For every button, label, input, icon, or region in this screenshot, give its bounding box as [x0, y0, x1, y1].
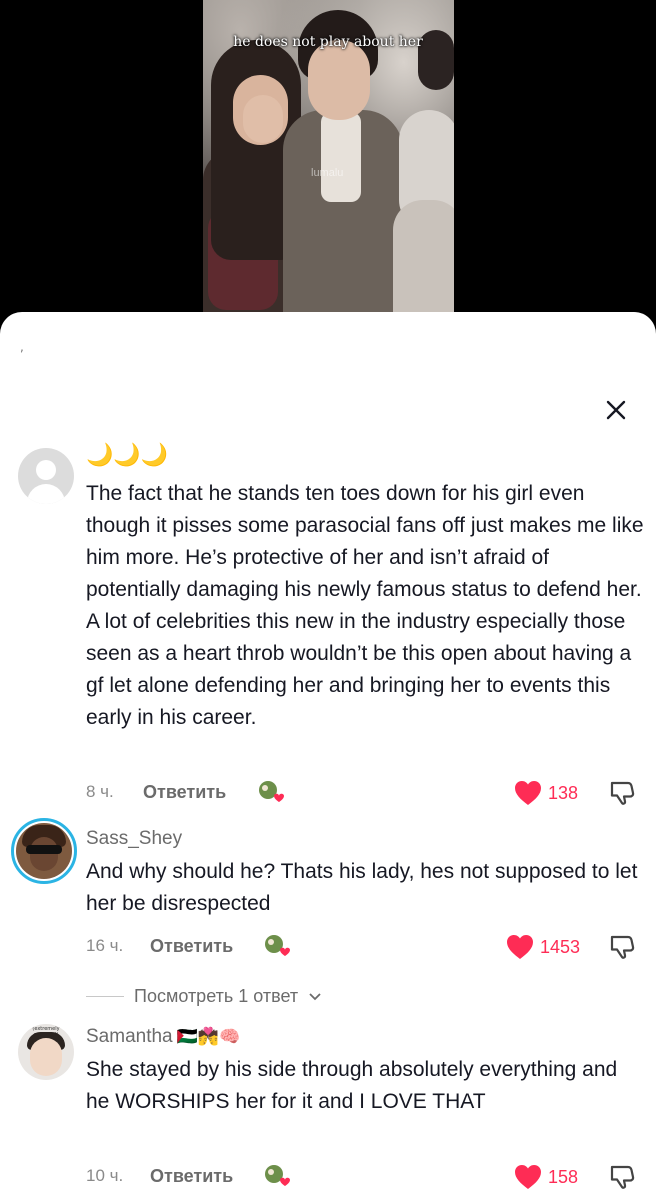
like-button[interactable]: 138 [514, 780, 578, 806]
divider-line [86, 996, 124, 997]
like-button[interactable]: 158 [514, 1164, 578, 1190]
avatar[interactable] [18, 448, 74, 504]
avatar[interactable]: (extremely confused) [18, 1024, 74, 1080]
comment-meta: 16 ч. Ответить 1453 [86, 932, 636, 962]
close-icon [606, 400, 626, 420]
username-emoji: 🇵🇸💏🧠 [176, 1027, 241, 1046]
sheet-mark: , [20, 340, 24, 354]
dislike-icon[interactable] [606, 1162, 636, 1192]
close-button[interactable] [598, 392, 634, 428]
comment-username[interactable]: Sass_Shey [86, 828, 182, 850]
view-replies-button[interactable]: Посмотреть 1 ответ [86, 986, 322, 1007]
view-replies-label: Посмотреть 1 ответ [134, 986, 299, 1006]
video-right-woman [393, 200, 454, 312]
avatar[interactable] [11, 818, 77, 884]
creator-like-icon [265, 935, 290, 956]
reply-button[interactable]: Ответить [150, 1166, 233, 1187]
like-count: 1453 [540, 936, 581, 957]
username-text: Samantha [86, 1026, 173, 1047]
like-count: 158 [548, 1166, 579, 1187]
comment-meta: 10 ч. Ответить 158 [86, 1162, 636, 1192]
creator-like-icon [259, 781, 284, 802]
video-man-shirt [321, 112, 361, 202]
chevron-down-icon [309, 992, 321, 1000]
heart-icon [507, 935, 533, 959]
video-player[interactable]: lumalu he does not play about her [0, 0, 656, 330]
comment-time: 8 ч. [86, 782, 114, 801]
video-caption: he does not play about her [233, 34, 423, 50]
video-hand [243, 95, 283, 143]
like-button[interactable]: 1453 [506, 934, 580, 960]
comments-sheet: , 🌙🌙🌙 The fact that he stands ten toes d… [0, 312, 656, 1200]
comment-time: 10 ч. [86, 1166, 124, 1185]
comment-meta: 8 ч. Ответить 138 [86, 778, 636, 808]
creator-like-icon [265, 1165, 290, 1186]
reply-button[interactable]: Ответить [143, 782, 226, 803]
comment-text: She stayed by his side through absolutel… [86, 1058, 618, 1113]
video-man-face [308, 40, 370, 120]
heart-icon [515, 1165, 541, 1189]
heart-icon [515, 781, 541, 805]
dislike-icon[interactable] [606, 932, 636, 962]
comment-time: 16 ч. [86, 936, 124, 955]
dislike-icon[interactable] [606, 778, 636, 808]
comment-username[interactable]: 🌙🌙🌙 [86, 442, 168, 468]
comment-username[interactable]: Samantha 🇵🇸💏🧠 [86, 1026, 240, 1048]
video-watermark: lumalu [311, 167, 344, 179]
comment-text: The fact that he stands ten toes down fo… [86, 482, 644, 729]
reply-button[interactable]: Ответить [150, 936, 233, 957]
comment-text: And why should he? Thats his lady, hes n… [86, 860, 638, 915]
like-count: 138 [548, 782, 579, 803]
